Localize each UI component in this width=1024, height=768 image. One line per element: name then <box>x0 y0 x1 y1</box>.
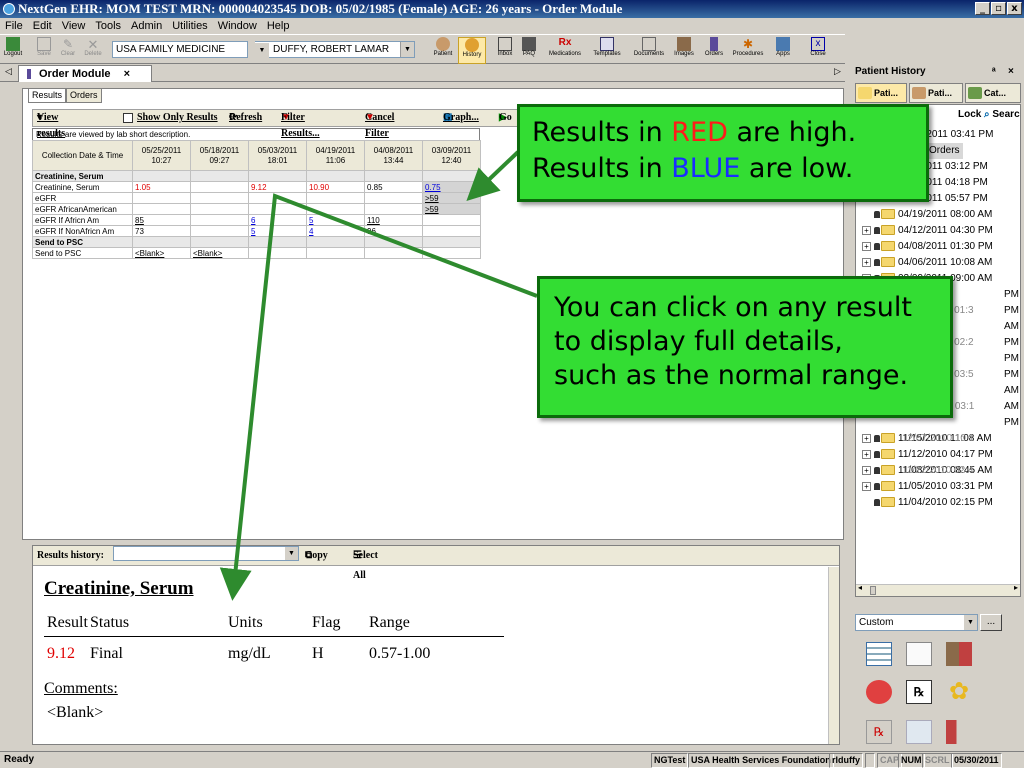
callout-line-red: Results in RED are high. <box>532 117 857 148</box>
arrow-to-results <box>466 150 520 202</box>
callout-click-details: You can click on any result to display f… <box>537 276 953 418</box>
arrow-to-detail <box>219 193 538 601</box>
callout-color-legend: Results in RED are high. Results in BLUE… <box>517 104 929 202</box>
callout-line-blue: Results in BLUE are low. <box>532 153 854 184</box>
